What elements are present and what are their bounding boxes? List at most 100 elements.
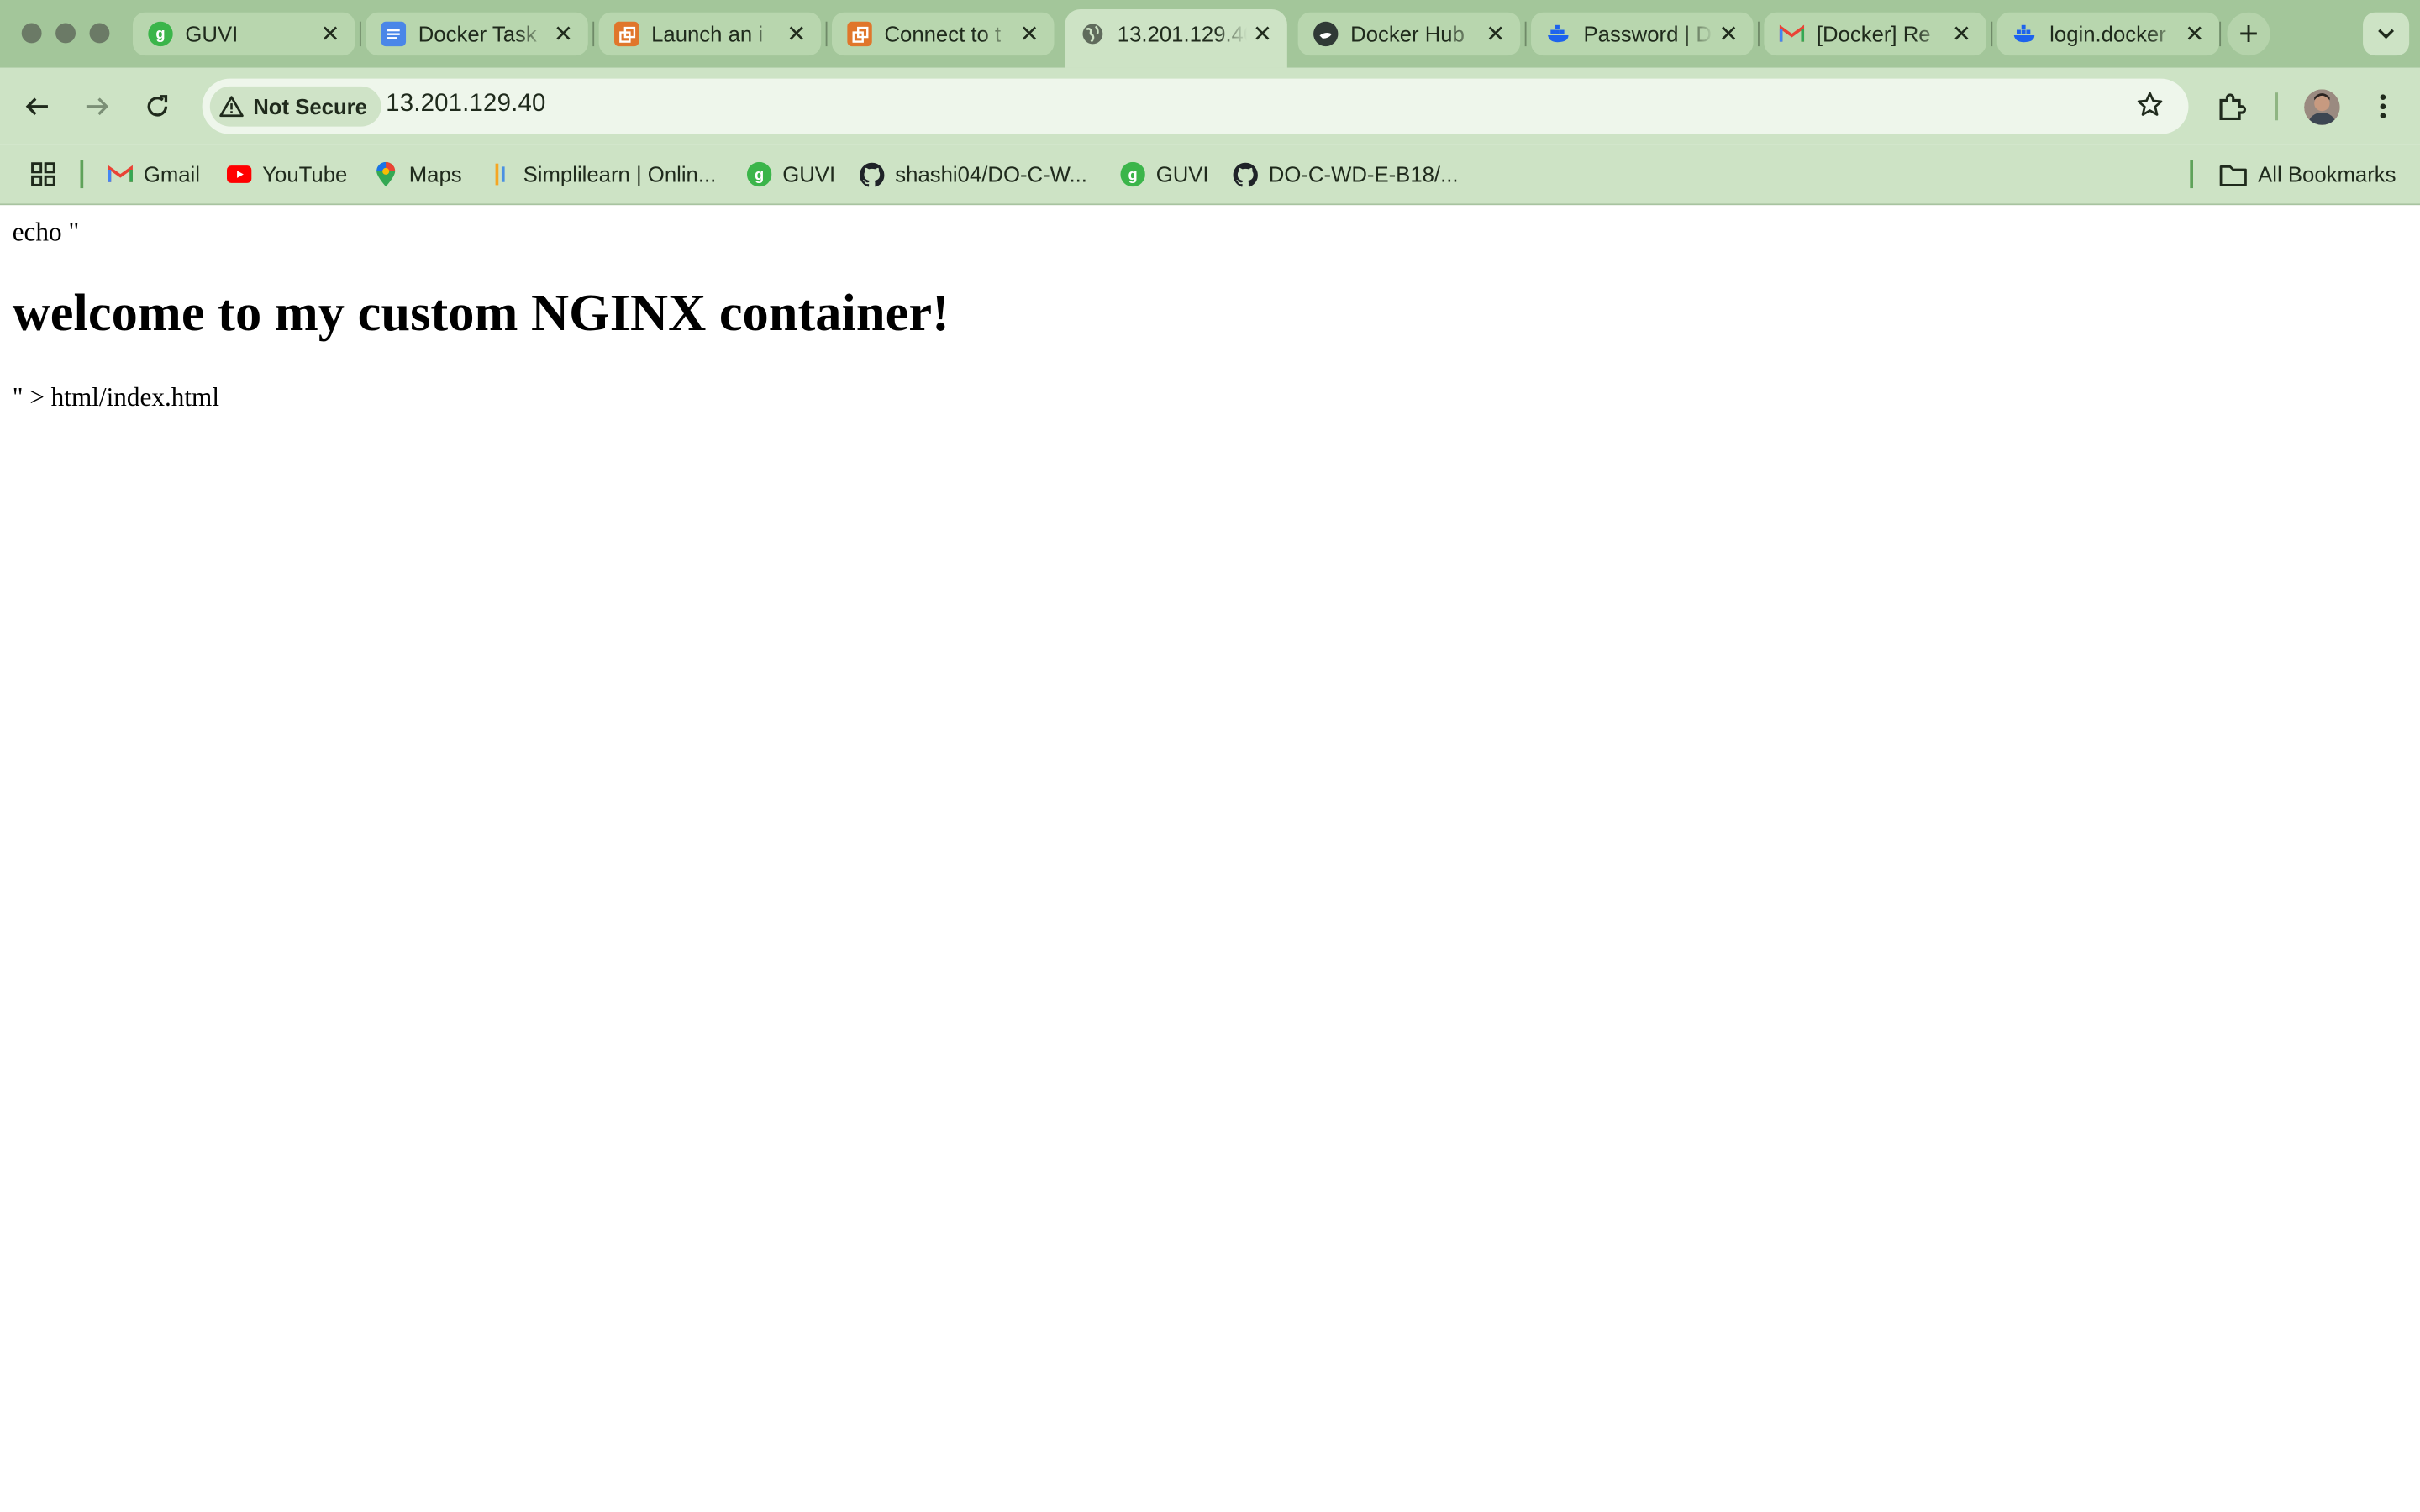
aws-ec2-icon	[847, 21, 872, 47]
puzzle-icon	[2219, 93, 2247, 120]
bookmark-label: YouTube	[262, 161, 348, 187]
bookmark-guvi-2[interactable]: g GUVI	[1120, 159, 1209, 190]
back-button[interactable]	[15, 85, 58, 128]
bookmarks-separator	[2190, 160, 2193, 189]
tab-active-ip[interactable]: 13.201.129.40 ✕	[1065, 9, 1287, 68]
tab-close-icon[interactable]: ✕	[548, 18, 579, 50]
chevron-down-icon	[2378, 29, 2395, 39]
all-bookmarks-button[interactable]: All Bookmarks	[2219, 159, 2396, 190]
tab-search-button[interactable]	[2363, 12, 2410, 56]
tab-separator	[2219, 21, 2222, 47]
toolbar: Not Secure 13.201.129.40	[0, 67, 2420, 145]
bookmarks-separator	[80, 160, 84, 189]
gmail-icon	[108, 162, 133, 186]
svg-text:g: g	[1128, 165, 1138, 183]
bookmark-youtube[interactable]: YouTube	[227, 159, 347, 190]
tab-title: Docker Task	[418, 21, 537, 47]
tab-title: login.docker	[2049, 21, 2166, 47]
window-close-button[interactable]	[21, 23, 42, 44]
tab-close-icon[interactable]: ✕	[1946, 18, 1977, 50]
apps-button[interactable]	[31, 159, 66, 190]
window-minimize-button[interactable]	[55, 23, 76, 44]
tab-close-icon[interactable]: ✕	[781, 18, 812, 50]
maps-icon	[373, 160, 397, 186]
tab-separator	[1524, 21, 1527, 47]
tab-separator	[592, 21, 595, 47]
tab-close-icon[interactable]: ✕	[1247, 18, 1278, 50]
security-indicator[interactable]: Not Secure	[209, 86, 381, 127]
bookmark-guvi[interactable]: g GUVI	[746, 159, 835, 190]
browser-window: g GUVI ✕ Docker Task ✕ Launch an i ✕ Con…	[0, 0, 2420, 1512]
github-icon	[1233, 161, 1258, 186]
docker-hub-icon	[1313, 21, 1339, 47]
bookmark-github-repo[interactable]: DO-C-WD-E-B18/...	[1233, 159, 1459, 190]
bookmark-label: Simplilearn | Onlin...	[523, 161, 717, 187]
tab-title: Docker Hub	[1350, 21, 1465, 47]
tab-title: Connect to t	[884, 21, 1002, 47]
tab-close-icon[interactable]: ✕	[1014, 18, 1045, 50]
tab-title: Launch an i	[651, 21, 764, 47]
tab-close-icon[interactable]: ✕	[315, 18, 346, 50]
new-tab-button[interactable]: +	[2227, 12, 2270, 56]
bookmark-label: Gmail	[143, 161, 200, 187]
tab-connect[interactable]: Connect to t ✕	[832, 12, 1055, 56]
security-label: Not Secure	[253, 94, 367, 119]
all-bookmarks-label: All Bookmarks	[2258, 161, 2396, 187]
page-text-echo: echo "	[12, 217, 80, 247]
bookmark-star-icon[interactable]	[2136, 91, 2164, 126]
tab-separator	[1991, 21, 1993, 47]
tab-close-icon[interactable]: ✕	[1713, 18, 1744, 50]
bookmark-maps[interactable]: Maps	[373, 159, 462, 190]
tab-title: 13.201.129.40	[1117, 21, 1248, 47]
bookmark-gmail[interactable]: Gmail	[108, 159, 200, 190]
address-bar[interactable]: Not Secure 13.201.129.40	[202, 78, 2189, 134]
google-docs-icon	[381, 21, 407, 47]
tab-title: Password | D	[1583, 21, 1712, 47]
more-vertical-icon	[2380, 94, 2386, 119]
tab-separator	[359, 21, 361, 47]
tab-title: [Docker] Re	[1816, 21, 1931, 47]
svg-text:g: g	[755, 165, 764, 183]
guvi-icon: g	[1120, 161, 1145, 187]
bookmark-github-shashi[interactable]: shashi04/DO-C-W...	[860, 159, 1087, 190]
docker-icon	[1546, 22, 1570, 46]
tab-docker-task[interactable]: Docker Task ✕	[366, 12, 588, 56]
warning-icon	[219, 96, 244, 118]
aws-ec2-icon	[614, 21, 639, 47]
menu-button[interactable]	[2361, 85, 2404, 128]
guvi-icon: g	[746, 161, 772, 187]
folder-icon	[2219, 162, 2247, 186]
reload-button[interactable]	[136, 85, 179, 128]
url-text[interactable]: 13.201.129.40	[386, 91, 545, 118]
tab-docker-email[interactable]: [Docker] Re ✕	[1764, 12, 1986, 56]
simplilearn-icon	[487, 162, 512, 186]
tab-login-docker[interactable]: login.docker ✕	[1996, 12, 2220, 56]
guvi-icon: g	[148, 21, 173, 47]
youtube-icon	[227, 162, 252, 186]
window-zoom-button[interactable]	[89, 23, 110, 44]
globe-icon	[1081, 22, 1105, 46]
bookmark-label: Maps	[408, 161, 462, 187]
tab-close-icon[interactable]: ✕	[2179, 18, 2210, 50]
profile-avatar[interactable]	[2304, 89, 2340, 125]
tab-close-icon[interactable]: ✕	[1480, 18, 1511, 50]
bookmarks-bar: Gmail YouTube Maps Simplilearn | Onlin..…	[0, 144, 2420, 206]
arrow-right-icon	[86, 97, 109, 116]
forward-button[interactable]	[76, 85, 118, 128]
bookmark-label: GUVI	[1155, 161, 1209, 187]
tab-separator	[1758, 21, 1760, 47]
page-content: echo " welcome to my custom NGINX contai…	[0, 205, 2420, 1512]
tab-password[interactable]: Password | D ✕	[1531, 12, 1754, 56]
tab-guvi[interactable]: g GUVI ✕	[132, 12, 355, 56]
tab-title: GUVI	[185, 21, 239, 47]
reload-icon	[147, 95, 168, 117]
tab-docker-hub[interactable]: Docker Hub ✕	[1297, 12, 1521, 56]
page-heading: welcome to my custom NGINX container!	[12, 285, 950, 343]
tab-launch-instance[interactable]: Launch an i ✕	[598, 12, 822, 56]
docker-icon	[2012, 22, 2037, 46]
bookmark-simplilearn[interactable]: Simplilearn | Onlin...	[487, 159, 716, 190]
toolbar-separator	[2275, 92, 2279, 121]
arrow-left-icon	[25, 97, 48, 116]
tab-strip: g GUVI ✕ Docker Task ✕ Launch an i ✕ Con…	[0, 0, 2420, 68]
extensions-button[interactable]	[2210, 85, 2253, 128]
